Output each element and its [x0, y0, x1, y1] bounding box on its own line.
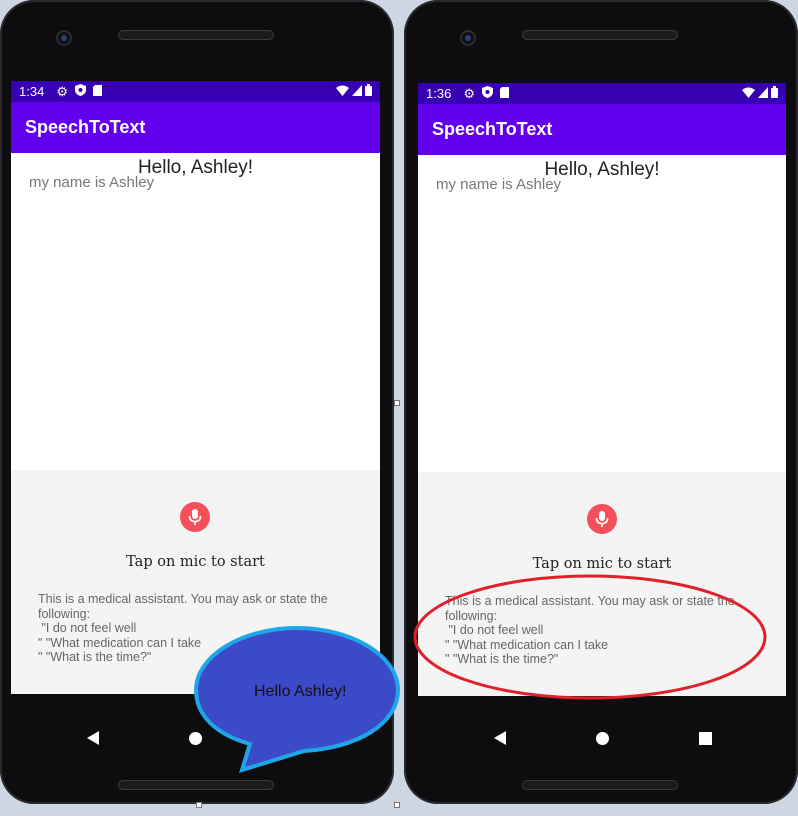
- bottom-speaker: [522, 780, 678, 790]
- speech-bubble-text: Hello Ashley!: [254, 683, 347, 700]
- camera-icon: [460, 30, 476, 46]
- highlight-ring: [413, 574, 767, 700]
- status-bar: 1:34 ⚙: [11, 81, 380, 102]
- settings-icon: ⚙: [56, 83, 68, 99]
- transcript-text: my name is Ashley: [29, 174, 155, 191]
- mic-button[interactable]: [587, 504, 617, 534]
- settings-icon: ⚙: [463, 85, 475, 101]
- wifi-icon: [742, 86, 755, 101]
- microphone-icon: [188, 509, 202, 525]
- earpiece-speaker: [522, 30, 678, 40]
- status-time: 1:36: [426, 86, 452, 101]
- app-title: SpeechToText: [432, 119, 553, 139]
- app-title: SpeechToText: [25, 117, 146, 137]
- bottom-speaker: [118, 780, 274, 790]
- instructions-line: This is a medical assistant. You may ask…: [38, 592, 328, 606]
- status-time: 1:34: [19, 84, 45, 99]
- earpiece-speaker: [118, 30, 274, 40]
- cell-signal-icon: [758, 86, 768, 101]
- sd-card-icon: [92, 84, 102, 99]
- battery-icon: [365, 84, 372, 99]
- phone-screen: 1:34 ⚙ SpeechToText Hello, Ashley! my na…: [11, 81, 380, 694]
- tap-mic-label: Tap on mic to start: [532, 556, 672, 572]
- app-bar: SpeechToText: [11, 102, 380, 153]
- back-icon[interactable]: [493, 731, 506, 745]
- home-icon[interactable]: [595, 731, 609, 745]
- camera-icon: [56, 30, 72, 46]
- selection-handle: [394, 802, 400, 808]
- shield-icon: [74, 84, 86, 99]
- shield-icon: [481, 86, 493, 101]
- sd-card-icon: [499, 86, 509, 101]
- microphone-icon: [595, 511, 609, 527]
- status-bar: 1:36 ⚙: [418, 83, 786, 104]
- recents-icon[interactable]: [698, 731, 712, 745]
- battery-icon: [771, 86, 778, 101]
- back-icon[interactable]: [86, 731, 99, 745]
- selection-handle: [196, 802, 202, 808]
- selection-handle: [394, 400, 400, 406]
- wifi-icon: [336, 84, 349, 99]
- app-bar: SpeechToText: [418, 104, 786, 155]
- tap-mic-label: Tap on mic to start: [126, 554, 265, 570]
- transcript-text: my name is Ashley: [436, 176, 562, 193]
- instructions-line: following:: [38, 606, 91, 621]
- cell-signal-icon: [352, 84, 362, 99]
- mic-button[interactable]: [180, 502, 210, 532]
- nav-bar: [418, 716, 787, 760]
